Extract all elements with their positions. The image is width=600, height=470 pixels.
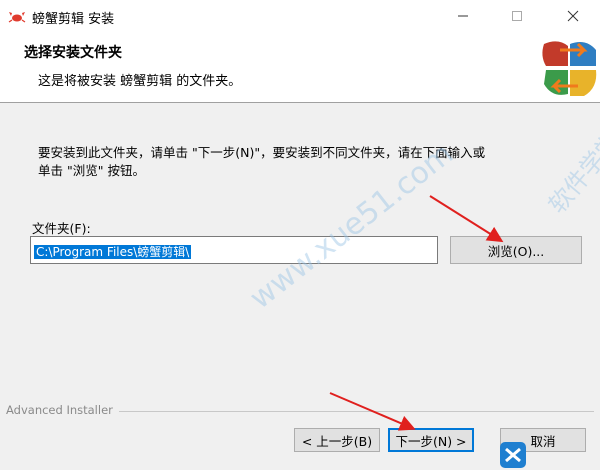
arrow-to-browse [429,195,504,243]
page-title: 选择安装文件夹 [24,45,122,61]
installer-brand-line: Advanced Installer [6,403,594,419]
back-button[interactable]: < 上一步(B) [294,428,380,452]
title-bar: 螃蟹剪辑 安装 [0,0,600,32]
folder-path-value: C:\Program Files\螃蟹剪辑\ [34,245,192,259]
maximize-icon [512,11,522,21]
page-subtitle: 这是将被安装 螃蟹剪辑 的文件夹。 [38,74,242,89]
installer-brand: Advanced Installer [6,403,119,417]
maximize-button[interactable] [494,0,540,32]
instruction-text: 要安装到此文件夹，请单击 "下一步(N)"，要安装到不同文件夹，请在下面输入或 … [38,144,578,180]
installer-puzzle-logo-icon [542,41,597,96]
instruction-line-1: 要安装到此文件夹，请单击 "下一步(N)"，要安装到不同文件夹，请在下面输入或 [38,145,486,160]
wizard-header: 选择安装文件夹 这是将被安装 螃蟹剪辑 的文件夹。 [0,32,600,103]
minimize-button[interactable] [440,0,486,32]
minimize-icon [458,15,468,17]
folder-label: 文件夹(F): [32,221,91,236]
next-button[interactable]: 下一步(N) > [388,428,474,452]
window-title: 螃蟹剪辑 安装 [32,12,115,27]
watermark-logo-icon [500,442,526,468]
instruction-line-2: 单击 "浏览" 按钮。 [38,163,145,178]
close-icon [567,10,579,22]
browse-button[interactable]: 浏览(O)... [450,236,582,264]
crab-app-icon [8,12,26,23]
close-button[interactable] [550,0,596,32]
folder-path-input[interactable]: C:\Program Files\螃蟹剪辑\ [30,236,438,264]
